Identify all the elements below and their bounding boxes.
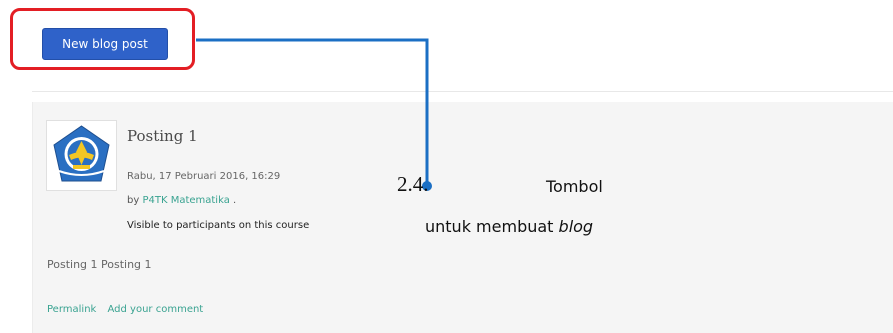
post-date: Rabu, 17 Pebruari 2016, 16:29 xyxy=(127,171,281,182)
annotation-number: 2.4. xyxy=(397,172,429,196)
annotation-title: Tombol xyxy=(546,177,603,196)
annotation-desc-text: untuk membuat xyxy=(425,217,554,236)
add-comment-link[interactable]: Add your comment xyxy=(108,304,204,315)
new-blog-post-button[interactable]: New blog post xyxy=(42,28,168,60)
divider xyxy=(32,91,893,92)
post-body: Posting 1 Posting 1 xyxy=(47,258,152,271)
avatar[interactable] xyxy=(46,120,117,191)
by-label: by xyxy=(127,195,140,206)
annotation-desc-italic: blog xyxy=(558,217,594,236)
post-author-line: by P4TK Matematika . xyxy=(127,195,236,206)
post-subject: Posting 1 xyxy=(127,127,198,145)
author-suffix: . xyxy=(233,195,237,206)
post-visibility: Visible to participants on this course xyxy=(127,220,310,231)
permalink-link[interactable]: Permalink xyxy=(47,304,96,315)
author-link[interactable]: P4TK Matematika xyxy=(142,195,229,206)
annotation-description: untuk membuat blog xyxy=(425,217,593,236)
post-actions: Permalink Add your comment xyxy=(47,304,211,315)
tut-wuri-handayani-logo-icon xyxy=(47,121,116,190)
